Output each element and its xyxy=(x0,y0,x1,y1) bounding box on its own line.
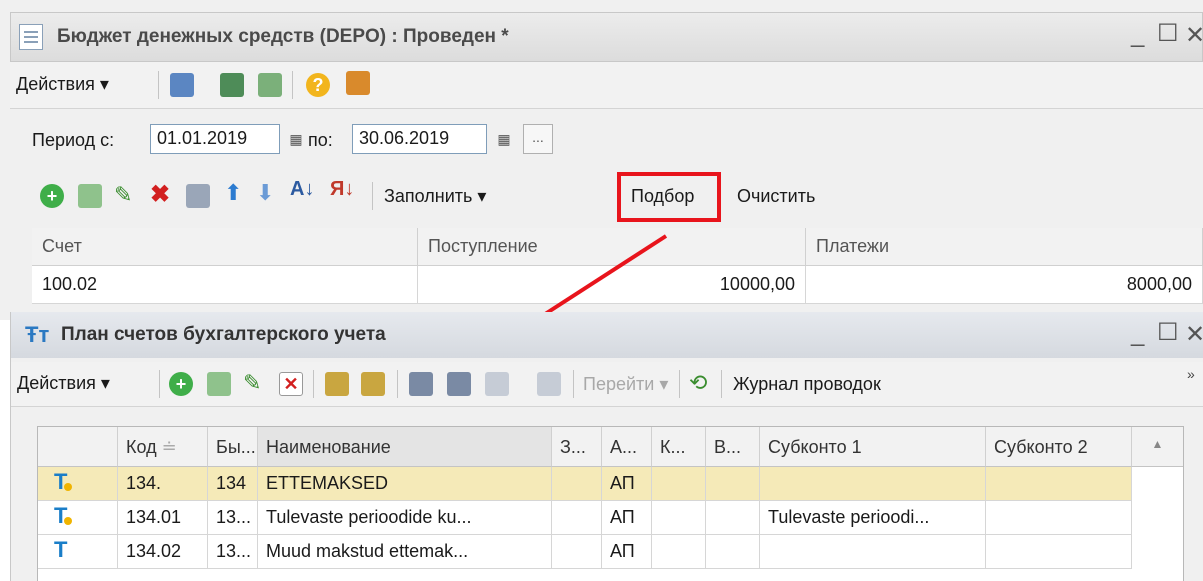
toolbar-separator xyxy=(159,370,160,398)
z-cell[interactable] xyxy=(552,501,602,535)
toolbar-separator xyxy=(721,370,722,398)
column-header-v[interactable]: В... xyxy=(706,427,760,467)
toolbar-separator xyxy=(313,370,314,398)
name-cell[interactable]: Muud makstud ettemak... xyxy=(258,535,552,569)
close-icon[interactable]: ✕ xyxy=(1185,320,1203,349)
filter-icon[interactable] xyxy=(447,372,471,396)
refresh-icon[interactable]: ⟲ xyxy=(689,370,707,396)
sort-icon: ≐ xyxy=(161,437,177,457)
z-cell[interactable] xyxy=(552,535,602,569)
level-up-icon[interactable] xyxy=(361,372,385,396)
accounts-table: Код ≐ Бы... Наименование З... А... К... … xyxy=(37,426,1184,581)
subconto1-cell[interactable] xyxy=(760,467,986,501)
v-cell[interactable] xyxy=(706,467,760,501)
subconto2-cell[interactable] xyxy=(986,535,1132,569)
k-cell[interactable] xyxy=(652,501,706,535)
toolbar-separator xyxy=(573,370,574,398)
minimize-icon[interactable]: _ xyxy=(1131,320,1144,348)
column-header-type[interactable] xyxy=(38,427,118,467)
chart-of-accounts-icon: Ŧт xyxy=(25,322,50,347)
fast-cell[interactable]: 134 xyxy=(208,467,258,501)
chart-title: План счетов бухгалтерского учета xyxy=(61,324,386,345)
copy-icon[interactable] xyxy=(207,372,231,396)
z-cell[interactable] xyxy=(552,467,602,501)
type-cell: T xyxy=(38,535,118,569)
column-header-k[interactable]: К... xyxy=(652,427,706,467)
edit-icon[interactable]: ✎ xyxy=(243,370,261,396)
code-cell[interactable]: 134.01 xyxy=(118,501,208,535)
type-cell: T xyxy=(38,501,118,535)
v-cell[interactable] xyxy=(706,535,760,569)
chart-titlebar: Ŧт План счетов бухгалтерского учета _ ☐ … xyxy=(11,312,1203,358)
subconto2-cell[interactable] xyxy=(986,467,1132,501)
fast-cell[interactable]: 13... xyxy=(208,501,258,535)
delete-icon[interactable]: ✕ xyxy=(279,372,303,396)
column-header-subconto2[interactable]: Субконто 2 xyxy=(986,427,1132,467)
maximize-icon[interactable]: ☐ xyxy=(1157,318,1179,347)
filter-by-value-icon[interactable] xyxy=(409,372,433,396)
group-account-icon: T xyxy=(54,469,72,495)
a-cell[interactable]: АП xyxy=(602,535,652,569)
toolbar-overflow-icon[interactable]: » xyxy=(1187,366,1195,382)
toolbar-separator xyxy=(679,370,680,398)
add-icon[interactable]: + xyxy=(169,372,193,396)
chart-of-accounts-window: Ŧт План счетов бухгалтерского учета _ ☐ … xyxy=(10,312,1203,581)
toolbar-separator xyxy=(397,370,398,398)
subconto1-cell[interactable]: Tulevaste perioodi... xyxy=(760,501,986,535)
fast-cell[interactable]: 13... xyxy=(208,535,258,569)
clear-filter-icon[interactable] xyxy=(537,372,561,396)
type-cell: T xyxy=(38,467,118,501)
column-header-z[interactable]: З... xyxy=(552,427,602,467)
name-cell[interactable]: ETTEMAKSED xyxy=(258,467,552,501)
group-account-icon: T xyxy=(54,503,72,529)
code-cell[interactable]: 134.02 xyxy=(118,535,208,569)
code-cell[interactable]: 134. xyxy=(118,467,208,501)
column-header-a[interactable]: А... xyxy=(602,427,652,467)
column-header-code[interactable]: Код ≐ xyxy=(118,427,208,467)
filter-history-icon[interactable] xyxy=(485,372,509,396)
k-cell[interactable] xyxy=(652,535,706,569)
goto-menu[interactable]: Перейти ▾ xyxy=(583,374,668,395)
column-header-subconto1[interactable]: Субконто 1 xyxy=(760,427,986,467)
actions-menu[interactable]: Действия ▾ xyxy=(17,373,110,394)
column-header-code-label: Код xyxy=(126,437,157,457)
journal-button[interactable]: Журнал проводок xyxy=(733,374,881,395)
subconto2-cell[interactable] xyxy=(986,501,1132,535)
column-header-name[interactable]: Наименование xyxy=(258,427,552,467)
hierarchy-icon[interactable] xyxy=(325,372,349,396)
column-header-fast[interactable]: Бы... xyxy=(208,427,258,467)
scroll-up-icon[interactable]: ▲ xyxy=(1132,427,1183,467)
name-cell[interactable]: Tulevaste perioodide ku... xyxy=(258,501,552,535)
a-cell[interactable]: АП xyxy=(602,501,652,535)
a-cell[interactable]: АП xyxy=(602,467,652,501)
chart-toolbar: Действия ▾ + ✎ ✕ Перейти ▾ ⟲ Журнал пров… xyxy=(11,362,1203,407)
subconto1-cell[interactable] xyxy=(760,535,986,569)
k-cell[interactable] xyxy=(652,467,706,501)
v-cell[interactable] xyxy=(706,501,760,535)
account-icon: T xyxy=(54,537,68,562)
